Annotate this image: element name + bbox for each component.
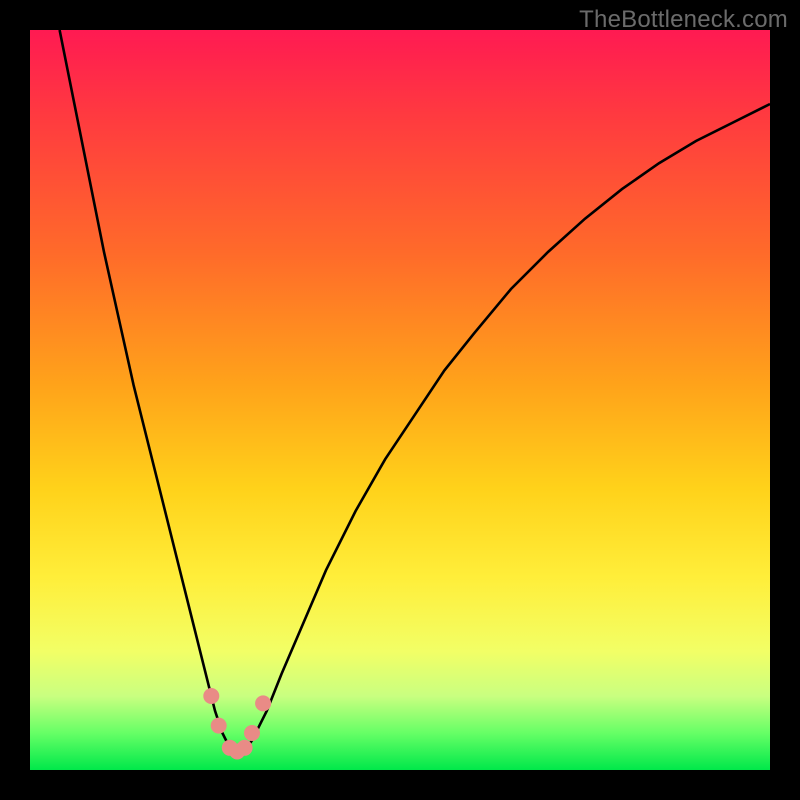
dip-dot [237,740,253,756]
bottleneck-curve [30,30,770,770]
chart-frame: TheBottleneck.com [0,0,800,800]
curve-path [60,30,770,755]
watermark-text: TheBottleneck.com [579,6,788,34]
dip-dot [244,725,260,741]
dip-dot [203,688,219,704]
dip-dot [255,695,271,711]
dip-dot [211,718,227,734]
plot-area [30,30,770,770]
